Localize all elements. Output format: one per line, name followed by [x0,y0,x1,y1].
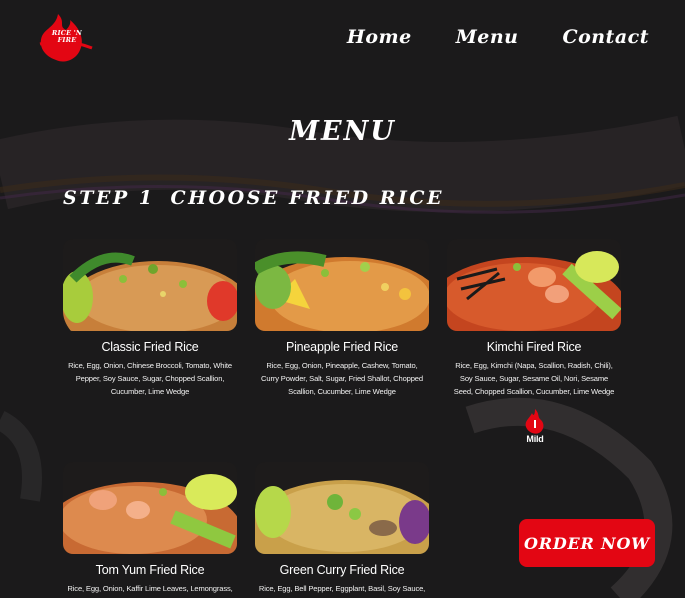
nav-home[interactable]: Home [347,26,412,48]
flame-icon [525,409,544,434]
dish-ingredients: Rice, Egg, Onion, Pineapple, Cashew, Tom… [261,361,423,396]
dish-photo [447,239,621,331]
dish-ingredients: Rice, Egg, Onion, Chinese Broccoli, Toma… [68,361,232,396]
step-number: Step 1 [63,187,155,209]
brand-logo[interactable]: RICE 'N FIRE [36,12,94,64]
dish-name: Classic Fried Rice [101,340,199,354]
page-title: Menu [289,116,396,147]
menu-card-tom-yum[interactable]: Tom Yum Fried Rice Rice, Egg, Onion, Kaf… [63,462,237,598]
step-heading: Step 1 Choose Fried Rice [63,187,444,209]
dish-ingredients: Rice, Egg, Onion, Kaffir Lime Leaves, Le… [67,584,233,598]
dish-photo [255,239,429,331]
menu-card-classic[interactable]: Classic Fried Rice Rice, Egg, Onion, Chi… [63,239,237,398]
dish-photo [63,239,237,331]
dish-name: Green Curry Fried Rice [279,563,405,577]
nav-menu[interactable]: Menu [456,26,519,48]
spice-level-badge: Mild [521,408,549,444]
logo-text: RICE 'N FIRE [51,29,83,44]
dish-name: Tom Yum Fried Rice [95,563,205,577]
dish-ingredients: Rice, Egg, Bell Pepper, Eggplant, Basil,… [258,584,426,598]
dish-photo [63,462,237,554]
nav-contact[interactable]: Contact [562,26,649,48]
menu-card-kimchi[interactable]: Kimchi Fired Rice Rice, Egg, Kimchi (Nap… [447,239,621,398]
main-nav: Home Menu Contact [347,26,649,48]
menu-card-pineapple[interactable]: Pineapple Fried Rice Rice, Egg, Onion, P… [255,239,429,398]
dish-photo [255,462,429,554]
menu-card-green-curry[interactable]: Green Curry Fried Rice Rice, Egg, Bell P… [255,462,429,598]
step-title: Choose Fried Rice [170,187,444,209]
spice-level-label: Mild [526,434,544,444]
order-now-button[interactable]: Order Now [519,519,655,567]
dish-ingredients: Rice, Egg, Kimchi (Napa, Scallion, Radis… [453,361,615,396]
dish-name: Kimchi Fired Rice [486,340,582,354]
dish-name: Pineapple Fried Rice [285,340,399,354]
